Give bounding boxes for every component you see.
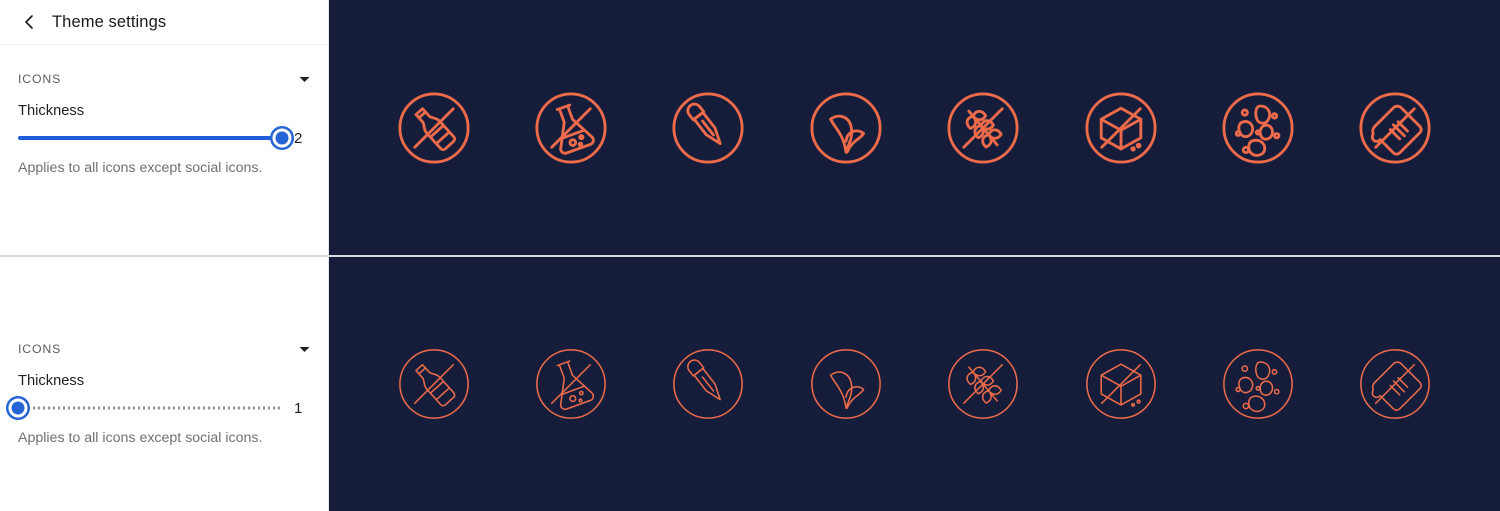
thickness-help-text-2: Applies to all icons except social icons… [18,430,263,446]
no-dropper-icon [662,338,754,430]
icons-section: ICONS Thickness 2 Applies to all icons e… [0,63,328,177]
icons-section-label: ICONS [18,72,62,86]
thickness-help-text: Applies to all icons except social icons… [18,160,263,176]
chevron-down-icon[interactable] [298,343,310,355]
panel-thickness-1: ICONS Thickness 1 Applies to all icons e… [0,255,1500,511]
no-bread-slice-icon [1349,338,1441,430]
settings-sidebar: Theme settings ICONS Thickness 2 Applies… [0,0,329,255]
no-dropper-icon [662,82,754,174]
icon-preview-area-thick [329,0,1500,255]
probiotics-bacteria-icon [1212,82,1304,174]
no-gluten-wheat-icon [937,82,1029,174]
thickness-value-2: 1 [294,399,303,417]
no-alcohol-icon [388,82,480,174]
back-button[interactable] [18,11,40,33]
icons-section-header-2[interactable]: ICONS [18,333,310,365]
no-sugar-cube-icon [1075,338,1167,430]
no-chemicals-flask-icon [525,82,617,174]
icons-section-2: ICONS Thickness 1 Applies to all icons e… [0,257,328,447]
thickness-slider[interactable] [18,125,292,151]
panel-thickness-2: Theme settings ICONS Thickness 2 Applies… [0,0,1500,255]
sidebar-header: Theme settings [0,0,328,45]
no-bread-slice-icon [1349,82,1441,174]
chevron-left-icon [22,14,36,30]
plant-based-leaves-icon [800,82,892,174]
no-alcohol-icon [388,338,480,430]
slider-track[interactable] [18,406,282,410]
slider-thumb[interactable] [272,128,292,148]
slider-thumb[interactable] [8,398,28,418]
thickness-slider-row-2: 1 [8,395,310,421]
probiotics-bacteria-icon [1212,338,1304,430]
thickness-slider-2[interactable] [8,395,282,421]
thickness-slider-row: 2 [18,125,310,151]
no-chemicals-flask-icon [525,338,617,430]
icon-preview-area-thin [329,257,1500,511]
page-title: Theme settings [52,12,167,31]
slider-track[interactable] [18,136,282,140]
icons-section-label-2: ICONS [18,342,62,356]
settings-sidebar-2: ICONS Thickness 1 Applies to all icons e… [0,257,329,511]
icons-section-header[interactable]: ICONS [18,63,310,95]
thickness-label-2: Thickness [18,373,85,389]
plant-based-leaves-icon [800,338,892,430]
chevron-down-icon[interactable] [298,73,310,85]
no-gluten-wheat-icon [937,338,1029,430]
thickness-label: Thickness [18,103,85,119]
theme-settings-screen: Theme settings ICONS Thickness 2 Applies… [0,0,1500,511]
no-sugar-cube-icon [1075,82,1167,174]
